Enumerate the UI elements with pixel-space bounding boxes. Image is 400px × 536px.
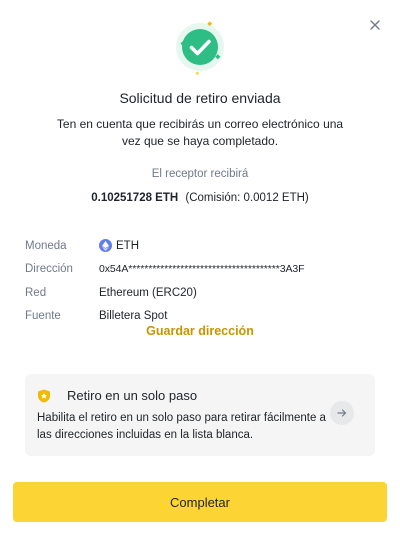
success-check-icon bbox=[160, 14, 240, 80]
shield-icon bbox=[38, 389, 50, 403]
address-value: 0x54A***********************************… bbox=[99, 263, 305, 276]
one-step-description: Habilita el retiro en un solo paso para … bbox=[37, 412, 326, 441]
detail-row-currency: Moneda ETH bbox=[25, 234, 380, 258]
save-address-link[interactable]: Guardar dirección bbox=[0, 324, 400, 338]
network-value: Ethereum (ERC20) bbox=[99, 286, 197, 299]
close-button[interactable] bbox=[366, 16, 384, 34]
one-step-title: Retiro en un solo paso bbox=[67, 388, 198, 403]
receive-fee: (Comisión: 0.0012 ETH) bbox=[185, 192, 309, 204]
receive-value: 0.10251728 ETH (Comisión: 0.0012 ETH) bbox=[0, 192, 400, 204]
one-step-withdrawal-card[interactable]: Retiro en un solo paso Habilita el retir… bbox=[25, 374, 375, 456]
detail-key: Dirección bbox=[25, 263, 73, 276]
close-icon bbox=[370, 20, 380, 30]
detail-row-address: Dirección 0x54A*************************… bbox=[25, 258, 380, 282]
detail-key: Fuente bbox=[25, 310, 61, 323]
source-value: Billetera Spot bbox=[99, 310, 168, 323]
currency-value: ETH bbox=[116, 239, 139, 252]
one-step-arrow-button[interactable] bbox=[330, 401, 354, 425]
detail-row-network: Red Ethereum (ERC20) bbox=[25, 281, 380, 305]
dialog-description: Ten en cuenta que recibirás un correo el… bbox=[56, 117, 344, 148]
arrow-right-icon bbox=[337, 409, 347, 417]
detail-key: Red bbox=[25, 286, 47, 299]
eth-icon bbox=[99, 239, 112, 253]
dialog-title: Solicitud de retiro enviada bbox=[119, 90, 281, 106]
detail-key: Moneda bbox=[25, 239, 67, 252]
detail-value: ETH bbox=[99, 239, 139, 253]
withdrawal-details: Moneda ETH Dirección 0x54A**************… bbox=[25, 234, 380, 328]
complete-button[interactable]: Completar bbox=[13, 482, 387, 522]
receive-amount: 0.10251728 ETH bbox=[91, 192, 179, 204]
receive-label: El receptor recibirá bbox=[151, 168, 249, 180]
